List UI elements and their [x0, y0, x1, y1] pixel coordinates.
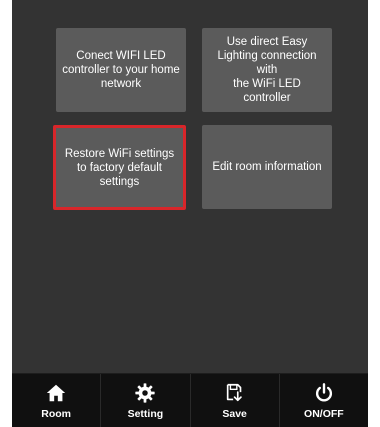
- connect-wifi-led-tile[interactable]: Conect WIFI LED controller to your home …: [56, 28, 186, 112]
- home-icon: [46, 384, 66, 401]
- room-button[interactable]: Room: [12, 374, 100, 427]
- save-icon: [226, 383, 242, 401]
- gear-icon: [135, 382, 155, 403]
- app-screen: Conect WIFI LED controller to your home …: [12, 0, 368, 427]
- save-button[interactable]: Save: [189, 374, 279, 427]
- power-icon: [315, 382, 332, 402]
- on-off-button[interactable]: ON/OFF: [278, 374, 368, 427]
- edit-room-information-tile[interactable]: Edit room information: [202, 125, 332, 209]
- restore-factory-defaults-tile[interactable]: Restore WiFi settings to factory default…: [53, 125, 186, 210]
- setting-button[interactable]: Setting: [100, 374, 189, 427]
- bottom-nav-bar: Room Setting Save ON/OFF: [12, 373, 368, 427]
- save-label: Save: [222, 407, 247, 420]
- setting-label: Setting: [127, 407, 164, 420]
- direct-easy-lighting-tile[interactable]: Use direct Easy Lighting connection with…: [202, 28, 332, 112]
- on-off-label: ON/OFF: [304, 407, 344, 420]
- room-label: Room: [41, 407, 71, 420]
